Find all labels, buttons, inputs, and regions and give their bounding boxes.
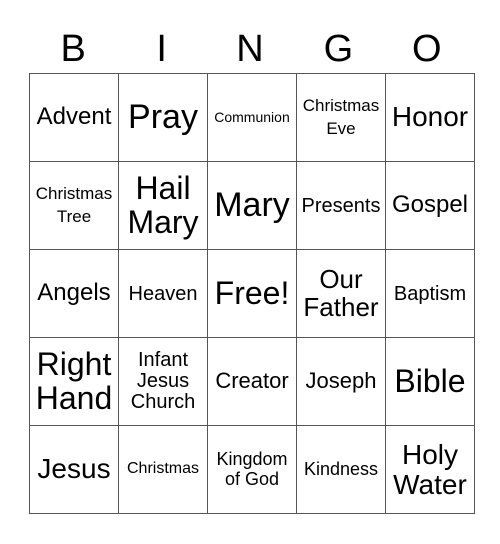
- cell-label: Right Hand: [35, 345, 113, 416]
- header-letter-g: G: [323, 28, 354, 70]
- bingo-cell[interactable]: Creator: [207, 337, 297, 426]
- header-letter-o: O: [412, 28, 442, 70]
- bingo-cell[interactable]: Gospel: [385, 161, 475, 250]
- bingo-cell[interactable]: Jesus: [29, 425, 119, 514]
- cell-label: Gospel: [391, 191, 469, 219]
- grid-row: Right Hand Infant Jesus Church Creator J…: [29, 337, 475, 426]
- cell-label: Communion: [214, 109, 290, 126]
- cell-label: Jesus: [37, 453, 111, 485]
- cell-label: Christmas: [126, 460, 199, 478]
- bingo-cell[interactable]: Presents: [296, 161, 386, 250]
- cell-label: Bible: [394, 362, 466, 399]
- cell-label: Presents: [301, 194, 381, 217]
- cell-label: Honor: [391, 101, 469, 133]
- bingo-cell[interactable]: Hail Mary: [118, 161, 208, 250]
- cell-label: Holy Water: [393, 439, 467, 500]
- bingo-cell[interactable]: Communion: [207, 73, 297, 162]
- cell-label: Baptism: [393, 282, 467, 305]
- cell-label: Kingdom of God: [216, 448, 288, 489]
- cell-label: Christmas Eve: [302, 96, 380, 138]
- bingo-cell[interactable]: Holy Water: [385, 425, 475, 514]
- bingo-cell[interactable]: Right Hand: [29, 337, 119, 426]
- cell-label: Pray: [128, 97, 198, 136]
- bingo-cell[interactable]: Christmas: [118, 425, 208, 514]
- bingo-cell[interactable]: Infant Jesus Church: [118, 337, 208, 426]
- grid-row: Christmas Tree Hail Mary Mary Presents G…: [29, 161, 475, 250]
- cell-label: Angels: [37, 279, 111, 307]
- bingo-cell[interactable]: Kingdom of God: [207, 425, 297, 514]
- grid-row: Advent Pray Communion Christmas Eve Hono…: [29, 73, 475, 162]
- bingo-cell[interactable]: Baptism: [385, 249, 475, 338]
- cell-label: Hail Mary: [127, 169, 199, 240]
- bingo-cell[interactable]: Kindness: [296, 425, 386, 514]
- grid-row: Jesus Christmas Kingdom of God Kindness …: [29, 425, 475, 514]
- cell-label: Our Father: [303, 264, 379, 322]
- cell-label: Joseph: [305, 368, 377, 394]
- bingo-cell[interactable]: Joseph: [296, 337, 386, 426]
- bingo-cell[interactable]: Christmas Tree: [29, 161, 119, 250]
- bingo-cell[interactable]: Bible: [385, 337, 475, 426]
- bingo-cell[interactable]: Our Father: [296, 249, 386, 338]
- bingo-cell[interactable]: Advent: [29, 73, 119, 162]
- bingo-cell[interactable]: Angels: [29, 249, 119, 338]
- bingo-cell[interactable]: Mary: [207, 161, 297, 250]
- cell-label: Infant Jesus Church: [130, 349, 196, 413]
- bingo-cell[interactable]: Pray: [118, 73, 208, 162]
- bingo-cell[interactable]: Christmas Eve: [296, 73, 386, 162]
- header-letter-n: N: [236, 28, 264, 70]
- cell-label: Kindness: [303, 458, 379, 479]
- free-space-label: Free!: [214, 274, 290, 311]
- bingo-cell[interactable]: Heaven: [118, 249, 208, 338]
- free-space-cell[interactable]: Free!: [207, 249, 297, 338]
- bingo-header: B I N G O: [29, 26, 471, 72]
- cell-label: Mary: [214, 185, 290, 224]
- bingo-cell[interactable]: Honor: [385, 73, 475, 162]
- header-letter-i: I: [156, 28, 167, 70]
- cell-label: Creator: [215, 368, 289, 394]
- cell-label: Christmas Tree: [35, 184, 113, 226]
- header-letter-b: B: [60, 28, 86, 70]
- cell-label: Heaven: [128, 282, 198, 305]
- grid-row: Angels Heaven Free! Our Father Baptism: [29, 249, 475, 338]
- bingo-grid: Advent Pray Communion Christmas Eve Hono…: [29, 73, 475, 514]
- cell-label: Advent: [36, 103, 112, 131]
